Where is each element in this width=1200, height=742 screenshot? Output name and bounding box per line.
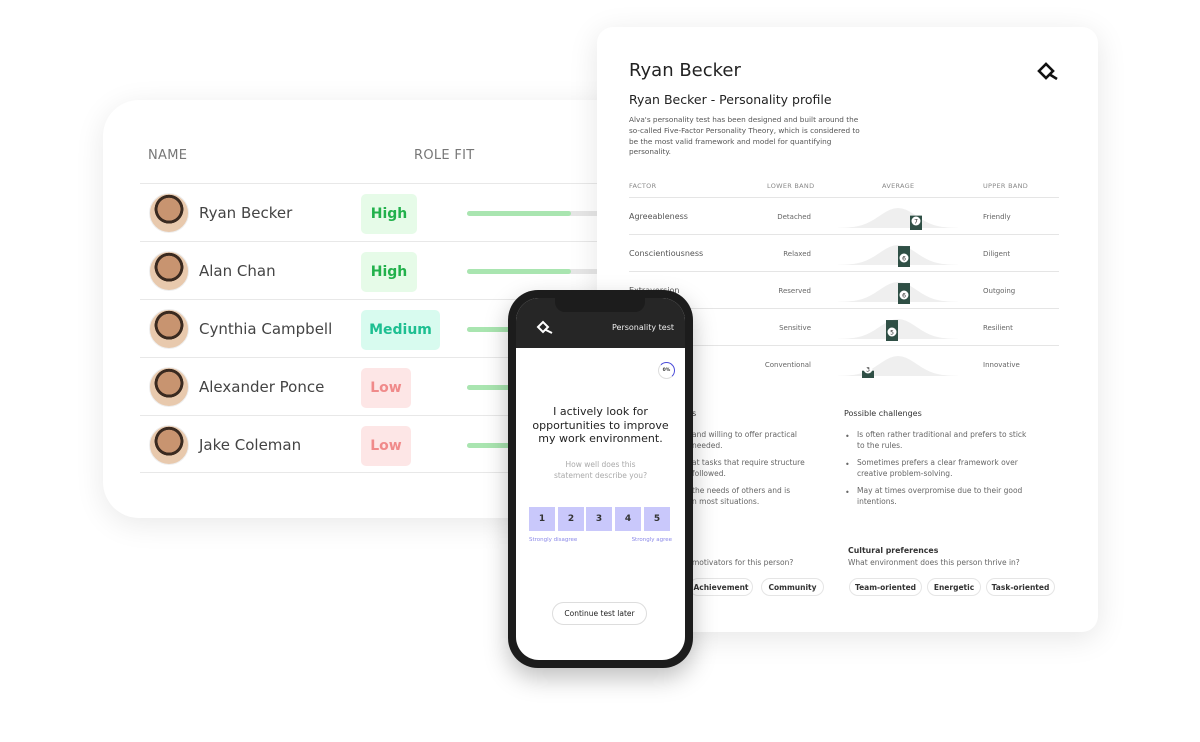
factor-row: Extraversion Reserved 6 Outgoing — [629, 271, 1059, 308]
score-value: 5 — [890, 330, 894, 337]
lower-band-label: Relaxed — [783, 250, 811, 258]
question-prompt: How well does this statement describe yo… — [553, 460, 648, 480]
score-value: 6 — [902, 256, 906, 263]
distribution-curve — [838, 208, 958, 228]
challenge-text: May at times overpromise due to their go… — [857, 486, 1023, 506]
culture-question: What environment does this person thrive… — [848, 558, 1020, 567]
role-fit-bar-fill — [467, 211, 571, 216]
candidate-name: Cynthia Campbell — [199, 320, 333, 338]
culture-tag: Energetic — [927, 578, 981, 596]
avatar — [149, 425, 189, 465]
strength-item: followed. — [692, 469, 726, 478]
strength-item: at tasks that require structure — [692, 458, 805, 467]
phone-screen: Personality test 0% I actively look for … — [516, 298, 685, 660]
avatar — [149, 193, 189, 233]
upper-band-header: UPPER BAND — [983, 182, 1029, 190]
strength-item: n most situations. — [692, 497, 760, 506]
factor-distribution-chart: 3 — [838, 356, 958, 378]
strength-item: and willing to offer practical — [692, 430, 798, 439]
lower-band-label: Sensitive — [779, 324, 811, 332]
continue-later-button[interactable]: Continue test later — [552, 602, 647, 625]
avatar — [149, 367, 189, 407]
factor-row: Conscientiousness Relaxed 6 Diligent — [629, 234, 1059, 271]
factor-distribution-chart: 6 — [838, 245, 958, 267]
bullet-icon: • — [845, 460, 850, 469]
factor-distribution-chart: 6 — [838, 282, 958, 304]
strength-item: the needs of others and is — [692, 486, 791, 495]
role-fit-badge: Low — [361, 426, 411, 466]
phone-mockup: Personality test 0% I actively look for … — [508, 290, 693, 668]
motivators-question: motivators for this person? — [692, 558, 794, 567]
candidate-name: Alan Chan — [199, 262, 276, 280]
profile-name: Ryan Becker — [629, 60, 741, 81]
profile-description: Alva's personality test has been designe… — [629, 115, 860, 157]
culture-heading: Cultural preferences — [848, 546, 939, 555]
challenge-text: Sometimes prefers a clear framework over… — [857, 458, 1018, 478]
challenge-text: Is often rather traditional and prefers … — [857, 430, 1027, 450]
alva-logo-icon — [1037, 62, 1058, 80]
strongly-disagree-label: Strongly disagree — [529, 537, 578, 543]
candidate-name: Ryan Becker — [199, 204, 293, 222]
factor-row: erience Conventional 3 Innovative — [629, 345, 1059, 382]
motivator-tag: Community — [761, 578, 824, 596]
challenge-item: • May at times overpromise due to their g… — [845, 485, 1030, 507]
average-header: AVERAGE — [882, 182, 915, 190]
role-fit-column-header: ROLE FIT — [414, 148, 475, 163]
factor-row: Agreeableness Detached 7 Friendly — [629, 197, 1059, 234]
answer-option-1[interactable]: 1 — [529, 507, 555, 531]
score-value: 3 — [866, 367, 870, 374]
bullet-icon: • — [845, 432, 850, 441]
challenge-item: • Sometimes prefers a clear framework ove… — [845, 457, 1030, 479]
factor-row: y Sensitive 5 Resilient — [629, 308, 1059, 345]
culture-tag: Task-oriented — [986, 578, 1055, 596]
answer-option-2[interactable]: 2 — [558, 507, 584, 531]
upper-band-label: Friendly — [983, 213, 1011, 221]
lower-band-label: Detached — [777, 213, 811, 221]
answer-option-3[interactable]: 3 — [586, 507, 612, 531]
factor-name: Conscientiousness — [629, 249, 704, 258]
role-fit-bar-fill — [467, 269, 571, 274]
lower-band-label: Reserved — [778, 287, 811, 295]
strongly-agree-label: Strongly agree — [631, 537, 672, 543]
culture-tag: Team-oriented — [849, 578, 922, 596]
role-fit-badge: Low — [361, 368, 411, 408]
answer-option-5[interactable]: 5 — [644, 507, 670, 531]
lower-band-header: LOWER BAND — [767, 182, 815, 190]
candidate-name: Jake Coleman — [199, 436, 302, 454]
alva-logo-icon — [536, 320, 553, 334]
question-statement: I actively look for opportunities to imp… — [532, 405, 669, 445]
candidate-row[interactable]: Ryan Becker High — [140, 183, 667, 241]
avatar — [149, 309, 189, 349]
strength-item: needed. — [692, 441, 723, 450]
challenges-heading: Possible challenges — [844, 409, 922, 418]
upper-band-label: Innovative — [983, 361, 1020, 369]
score-value: 6 — [902, 293, 906, 300]
factor-distribution-chart: 5 — [838, 319, 958, 341]
phone-notch — [555, 298, 645, 312]
progress-ring: 0% — [658, 362, 675, 379]
upper-band-label: Diligent — [983, 250, 1011, 258]
motivator-tag: Achievement — [689, 578, 753, 596]
challenge-item: • Is often rather traditional and prefers… — [845, 429, 1030, 451]
factor-name: Agreeableness — [629, 212, 688, 221]
distribution-curve — [838, 356, 958, 376]
factor-header: FACTOR — [629, 182, 657, 190]
phone-title: Personality test — [611, 323, 674, 332]
score-value: 7 — [914, 219, 918, 226]
candidate-name: Alexander Ponce — [199, 378, 325, 396]
role-fit-badge: High — [361, 252, 417, 292]
bullet-icon: • — [845, 488, 850, 497]
lower-band-label: Conventional — [764, 361, 811, 369]
name-column-header: NAME — [148, 148, 188, 163]
upper-band-label: Resilient — [983, 324, 1013, 332]
factor-distribution-chart: 7 — [838, 208, 958, 230]
upper-band-label: Outgoing — [983, 287, 1016, 295]
role-fit-badge: High — [361, 194, 417, 234]
avatar — [149, 251, 189, 291]
answer-option-4[interactable]: 4 — [615, 507, 641, 531]
profile-title: Ryan Becker - Personality profile — [629, 92, 832, 107]
role-fit-badge: Medium — [361, 310, 440, 350]
